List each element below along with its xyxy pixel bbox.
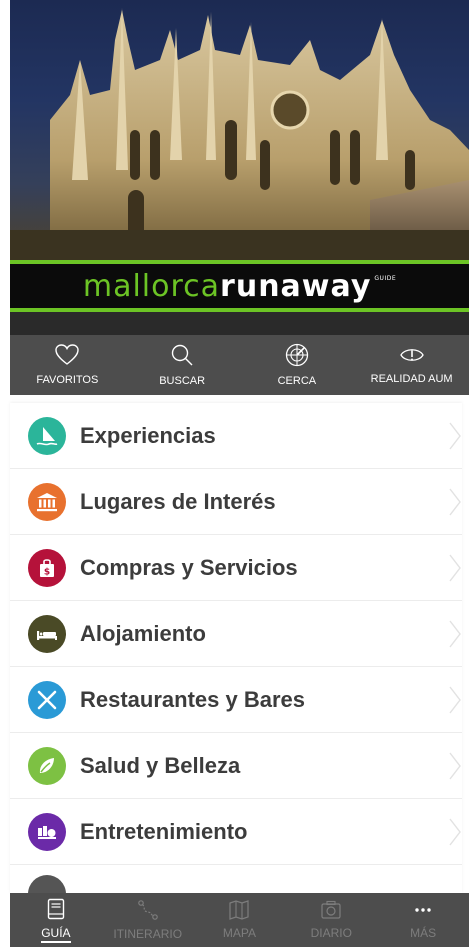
category-list: Experiencias Lugares de Interés $ Compra… xyxy=(10,403,462,893)
quick-action-cerca[interactable]: CERCA xyxy=(240,335,355,395)
category-label: Compras y Servicios xyxy=(80,554,298,580)
tab-mas[interactable]: MÁS xyxy=(377,893,469,947)
radar-icon xyxy=(285,343,309,367)
map-icon xyxy=(229,900,250,920)
quick-action-buscar[interactable]: BUSCAR xyxy=(125,335,240,395)
tab-label: DIARIO xyxy=(310,926,352,940)
book-icon xyxy=(47,898,65,919)
more-icon xyxy=(415,908,431,912)
quick-action-label: CERCA xyxy=(277,375,317,387)
category-label: Restaurantes y Bares xyxy=(80,686,306,712)
quick-actions-bar: FAVORITOS BUSCAR CERCA REALIDAD AUM xyxy=(10,335,469,395)
camera-icon xyxy=(321,900,341,919)
tab-itinerario[interactable]: ITINERARIO xyxy=(102,893,194,947)
quick-action-favoritos[interactable]: FAVORITOS xyxy=(10,335,125,395)
chevron-right-icon xyxy=(449,818,461,845)
category-row-alojamiento[interactable]: Alojamiento xyxy=(10,601,462,667)
windsurf-icon xyxy=(28,416,66,455)
tab-diario[interactable]: DIARIO xyxy=(285,893,377,947)
tab-label: MÁS xyxy=(410,926,437,940)
route-icon xyxy=(137,900,158,920)
ar-eye-icon xyxy=(399,349,424,361)
brand-banner: mallorca runaway GUIDE xyxy=(10,260,469,312)
brand-logo-part2: runaway xyxy=(220,268,372,304)
category-row-restaurantes[interactable]: Restaurantes y Bares xyxy=(10,667,462,733)
quick-action-label: FAVORITOS xyxy=(36,374,99,386)
heart-icon xyxy=(55,344,80,365)
category-label: Experiencias xyxy=(80,422,216,448)
tab-guia[interactable]: GUÍA xyxy=(10,893,102,947)
bed-icon xyxy=(28,614,66,653)
category-label: Entretenimiento xyxy=(80,818,248,844)
shopping-bag-icon: $ xyxy=(28,548,66,587)
quick-action-label: REALIDAD AUM xyxy=(370,373,453,385)
brand-logo: mallorca runaway GUIDE xyxy=(83,269,396,304)
chevron-right-icon xyxy=(449,554,461,581)
svg-text:$: $ xyxy=(44,567,50,577)
quick-action-label: BUSCAR xyxy=(159,375,206,387)
category-label: Salud y Belleza xyxy=(80,752,241,778)
category-row-salud[interactable]: Salud y Belleza xyxy=(10,733,462,799)
chevron-right-icon xyxy=(449,488,461,515)
category-row-lugares[interactable]: Lugares de Interés xyxy=(10,469,462,535)
tab-label: ITINERARIO xyxy=(113,927,183,941)
chevron-right-icon xyxy=(449,686,461,713)
chevron-right-icon xyxy=(449,752,461,779)
brand-logo-part1: mallorca xyxy=(82,268,221,304)
brand-logo-tag: GUIDE xyxy=(374,274,397,282)
category-row-entretenimiento[interactable]: Entretenimiento xyxy=(10,799,462,865)
hero-image: mallorca runaway GUIDE xyxy=(10,0,469,335)
category-label: Alojamiento xyxy=(80,620,206,646)
quick-action-realidad-aumentada[interactable]: REALIDAD AUM xyxy=(354,335,469,395)
tab-label: GUÍA xyxy=(41,926,71,943)
tab-label: MAPA xyxy=(222,926,257,940)
bottom-tab-bar: GUÍA ITINERARIO MAPA DIARIO MÁS xyxy=(10,893,469,947)
leaf-icon xyxy=(28,746,66,785)
next-category-icon-partial xyxy=(28,875,66,893)
cutlery-icon xyxy=(28,680,66,719)
entertainment-icon xyxy=(28,812,66,851)
category-row-compras[interactable]: $ Compras y Servicios xyxy=(10,535,462,601)
tab-mapa[interactable]: MAPA xyxy=(194,893,286,947)
category-row-experiencias[interactable]: Experiencias xyxy=(10,403,462,469)
category-label: Lugares de Interés xyxy=(80,488,276,514)
museum-icon xyxy=(28,482,66,521)
search-icon xyxy=(171,344,193,366)
chevron-right-icon xyxy=(449,422,461,449)
chevron-right-icon xyxy=(449,620,461,647)
